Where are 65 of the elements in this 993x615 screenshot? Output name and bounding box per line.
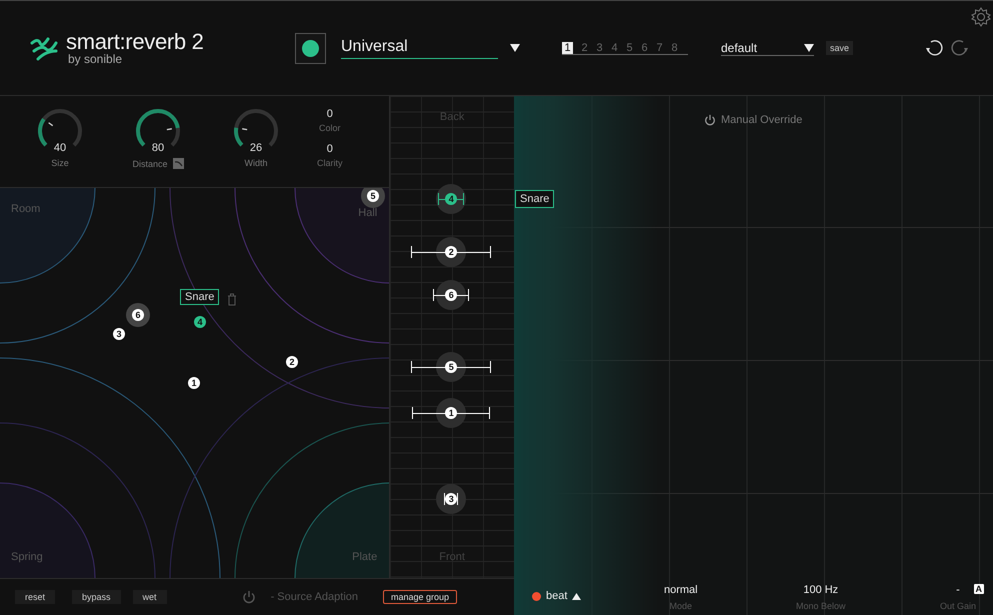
source-marker[interactable]: 3 [113,328,125,340]
source-marker[interactable]: 4 [445,193,458,205]
readout-value[interactable]: - [956,584,960,596]
auto-badge[interactable]: A [974,584,984,594]
footer-button[interactable]: bypass [72,590,121,604]
beat-selector[interactable]: beat [532,590,582,602]
source-marker[interactable]: 5 [445,361,458,373]
readout-label: Mono Below [796,601,846,611]
dropdown-arrow-icon[interactable] [510,44,520,52]
profile-dot [302,40,319,56]
source-marker[interactable]: 6 [445,289,458,301]
readout-value[interactable]: normal [664,584,698,596]
knob-label: Size [51,158,69,168]
param-value: 0 [326,143,333,155]
knob-value: 40 [54,142,66,154]
beat-dot [532,592,541,600]
power-icon [704,114,716,126]
profile-color-button[interactable] [295,32,326,64]
logo-byline: by sonible [68,53,124,65]
profile-dropdown[interactable]: Universal [341,38,498,58]
source-marker[interactable]: 1 [445,407,458,419]
source-adaption-label: - Source Adaption [270,591,358,603]
knob-value: 80 [152,142,164,154]
source-marker[interactable]: 2 [286,356,298,368]
caret-icon [804,44,814,52]
slot-tab[interactable]: 1 [562,42,573,54]
readout-label: Out Gain [940,601,976,611]
caret-icon [572,592,582,600]
source-marker[interactable]: 4 [194,316,206,328]
corner-label: Spring [11,551,43,563]
param-label: Color [319,123,341,133]
footer-button[interactable]: wet [132,590,167,604]
width-bar[interactable]: 2 [411,246,492,258]
readout-value[interactable]: 100 Hz [803,584,838,596]
source-name-tag[interactable]: Snare [180,289,220,305]
source-name-tag: Snare [515,190,554,208]
preset-dropdown[interactable]: default [721,40,814,56]
corner-label: Plate [352,551,378,563]
footer-button[interactable]: reset [15,590,56,604]
corner-label: Room [11,203,40,215]
source-marker[interactable]: 3 [445,493,458,505]
source-marker[interactable]: 1 [188,377,200,389]
undo-icon[interactable] [925,39,944,57]
curve-icon[interactable] [172,158,184,169]
manual-override-toggle[interactable]: Manual Override [704,114,802,126]
trash-icon[interactable] [227,293,237,306]
width-bar[interactable]: 5 [411,361,492,373]
readout-label: Mode [670,601,692,611]
knob-value: 26 [250,142,262,154]
redo-icon[interactable] [951,39,970,57]
settings-icon[interactable] [971,7,991,27]
power-icon[interactable] [242,590,256,604]
width-bar[interactable]: 6 [433,289,470,301]
waves-logo-icon [30,35,58,61]
knob-label: Distance [132,158,168,168]
param-value: 0 [326,108,333,120]
knob-label: Width [244,158,268,168]
corner-label: Hall [358,207,378,219]
width-bar[interactable]: 4 [438,193,464,205]
width-bar[interactable]: 1 [412,407,490,419]
save-button[interactable]: save [826,41,854,55]
logo-title: smart:reverb 2 [66,31,204,53]
param-label: Clarity [317,158,343,168]
source-marker[interactable]: 2 [445,246,458,258]
manage-group-button[interactable]: manage group [383,590,458,604]
